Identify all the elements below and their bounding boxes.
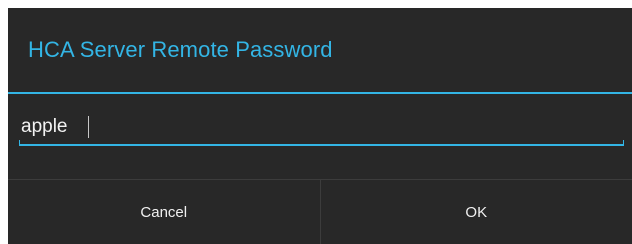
cancel-button[interactable]: Cancel xyxy=(8,180,320,244)
dialog-content xyxy=(8,94,632,179)
password-dialog: HCA Server Remote Password Cancel OK xyxy=(8,8,632,244)
text-cursor xyxy=(88,116,89,138)
field-tick-left xyxy=(19,140,20,146)
field-tick-right xyxy=(623,140,624,146)
button-bar: Cancel OK xyxy=(8,179,632,244)
ok-button-label: OK xyxy=(465,203,488,221)
password-field[interactable] xyxy=(19,110,624,148)
dialog-title: HCA Server Remote Password xyxy=(28,37,333,62)
dialog-title-bar: HCA Server Remote Password xyxy=(8,8,632,92)
cancel-button-label: Cancel xyxy=(140,203,188,221)
ok-button[interactable]: OK xyxy=(321,180,632,244)
field-underline xyxy=(19,144,624,146)
password-input[interactable] xyxy=(19,110,624,144)
